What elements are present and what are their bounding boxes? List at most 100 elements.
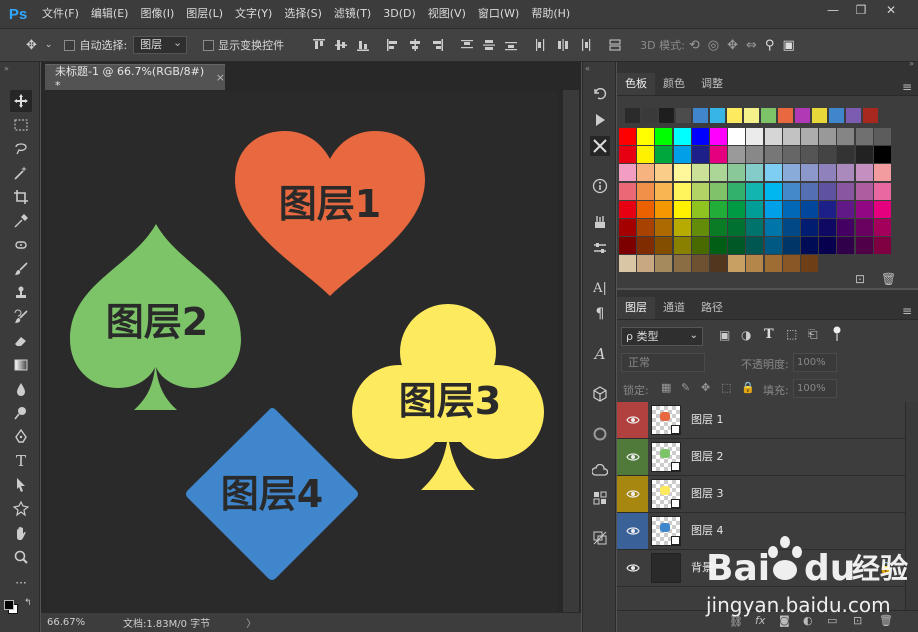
palette-swatch[interactable] [837,200,855,218]
recent-swatch[interactable] [676,108,691,123]
palette-swatch[interactable] [619,237,636,255]
layer-row[interactable]: 图层 2 [617,439,905,476]
recent-swatch[interactable] [727,108,742,123]
palette-swatch[interactable] [873,182,891,200]
swatches-tab-0[interactable]: 色板 [617,73,655,95]
recent-swatch[interactable] [812,108,827,123]
palette-swatch[interactable] [673,164,691,182]
palette-swatch[interactable] [673,182,691,200]
lock-all-icon[interactable]: 🔒 [741,381,755,394]
filter-smart-object-icon[interactable]: ⎗ [808,327,818,342]
palette-swatch[interactable] [619,128,636,145]
palette-swatch[interactable] [819,182,837,200]
palette-swatch[interactable] [873,146,891,164]
palette-swatch[interactable] [728,237,746,255]
character-panel-icon[interactable]: A| [590,278,610,298]
eraser-tool-icon[interactable] [10,330,32,352]
auto-align-icon[interactable] [608,38,622,52]
menu-item-6[interactable]: 滤镜(T) [328,0,377,28]
menu-item-9[interactable]: 窗口(W) [472,0,525,28]
opacity-input[interactable]: 100% [793,353,837,372]
palette-swatch[interactable] [801,164,818,182]
palette-swatch[interactable] [837,182,855,200]
brush-presets-icon[interactable] [590,212,610,232]
palette-swatch[interactable] [764,255,782,273]
palette-swatch[interactable] [655,128,673,145]
palette-swatch[interactable] [782,146,800,164]
lock-artboard-icon[interactable]: ⬚ [721,381,731,394]
layer-row[interactable]: 图层 3 [617,476,905,513]
new-swatch-icon[interactable]: ⊡ [855,272,865,286]
hand-tool-icon[interactable] [10,522,32,544]
lock-transparency-icon[interactable]: ▦ [661,381,671,394]
stamp-tool-icon[interactable] [10,282,32,304]
palette-swatch[interactable] [873,219,891,236]
libraries-panel-icon[interactable] [590,462,610,482]
blend-mode-dropdown[interactable]: 正常 [621,353,705,372]
align-vcenter-icon[interactable] [334,38,348,52]
menu-item-10[interactable]: 帮助(H) [525,0,576,28]
palette-swatch[interactable] [837,128,855,145]
recent-swatch[interactable] [710,108,725,123]
move-tool-icon[interactable] [10,90,32,112]
visibility-eye-icon[interactable] [617,476,648,512]
palette-swatch[interactable] [855,164,873,182]
palette-swatch[interactable] [855,237,873,255]
visibility-eye-icon[interactable] [617,550,648,586]
recent-swatch[interactable] [744,108,759,123]
palette-swatch[interactable] [691,164,709,182]
visibility-eye-icon[interactable] [617,402,648,438]
palette-swatch[interactable] [637,219,655,236]
palette-swatch[interactable] [855,128,873,145]
palette-swatch[interactable] [819,128,837,145]
palette-swatch[interactable] [655,146,673,164]
document-info[interactable]: 文档:1.83M/0 字节 [123,615,210,630]
recent-swatch[interactable] [693,108,708,123]
foreground-color-swatch[interactable] [4,600,14,610]
gradient-tool-icon[interactable] [10,354,32,376]
palette-swatch[interactable] [764,146,782,164]
palette-swatch[interactable] [801,237,818,255]
crop-tool-icon[interactable] [10,186,32,208]
recent-swatch[interactable] [761,108,776,123]
palette-swatch[interactable] [746,128,764,145]
delete-swatch-icon[interactable]: 🗑 [881,272,896,286]
filter-pixel-icon[interactable]: ▣ [719,328,730,342]
minimize-button[interactable]: — [820,0,846,20]
menu-item-3[interactable]: 图层(L) [180,0,229,28]
palette-swatch[interactable] [801,200,818,218]
palette-swatch[interactable] [710,146,727,164]
palette-swatch[interactable] [801,146,818,164]
palette-swatch[interactable] [855,146,873,164]
palette-swatch[interactable] [710,164,727,182]
glyphs-panel-icon[interactable]: A [590,344,610,364]
status-menu-arrow-icon[interactable]: 〉 [246,615,256,630]
roll-3d-icon[interactable]: ◎ [704,38,723,53]
visibility-eye-icon[interactable] [617,513,648,549]
move-tool-icon[interactable]: ✥ [22,38,41,53]
palette-swatch[interactable] [619,219,636,236]
palette-swatch[interactable] [655,255,673,273]
palette-swatch[interactable] [728,255,746,273]
palette-swatch[interactable] [691,255,709,273]
palette-swatch[interactable] [855,200,873,218]
palette-swatch[interactable] [782,182,800,200]
swatches-tab-2[interactable]: 调整 [693,73,731,95]
lock-position-icon[interactable]: ✥ [701,381,710,394]
auto-select-checkbox[interactable] [64,39,76,51]
palette-swatch[interactable] [801,128,818,145]
palette-swatch[interactable] [655,182,673,200]
palette-swatch[interactable] [710,237,727,255]
distribute-hcenter-icon[interactable] [556,38,570,52]
palette-swatch[interactable] [764,164,782,182]
palette-swatch[interactable] [673,237,691,255]
align-left-icon[interactable] [386,38,400,52]
distribute-bottom-icon[interactable] [504,38,518,52]
palette-swatch[interactable] [691,182,709,200]
swatches-panel-menu-icon[interactable]: ≡ [902,80,912,94]
layers-panel-menu-icon[interactable]: ≡ [902,304,912,318]
restore-button[interactable]: ❐ [848,0,874,20]
palette-swatch[interactable] [801,182,818,200]
palette-swatch[interactable] [728,164,746,182]
palette-swatch[interactable] [691,237,709,255]
